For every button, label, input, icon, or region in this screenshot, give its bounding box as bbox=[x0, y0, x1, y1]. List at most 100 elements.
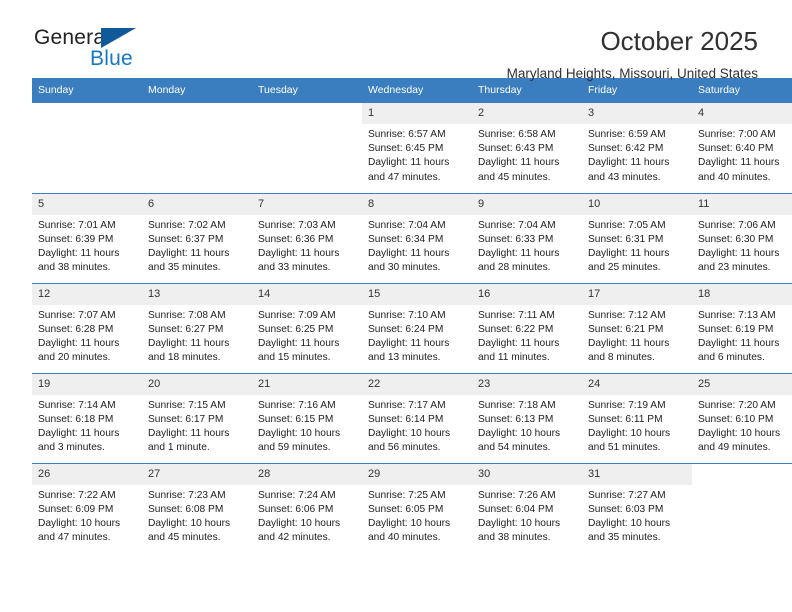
calendar-day-cell[interactable]: 30 Sunrise: 7:26 AM Sunset: 6:04 PM Dayligh… bbox=[472, 462, 582, 553]
calendar-day-cell[interactable]: 20 Sunrise: 7:15 AM Sunset: 6:17 PM Dayligh… bbox=[142, 372, 252, 463]
sunrise-text: Sunrise: 7:04 AM bbox=[368, 219, 446, 231]
sunset-text: Sunset: 6:22 PM bbox=[478, 323, 554, 335]
calendar-day-cell[interactable]: 21 Sunrise: 7:16 AM Sunset: 6:15 PM Dayligh… bbox=[252, 372, 362, 463]
day-sun-info: Sunrise: 7:10 AM Sunset: 6:24 PM Daylight:… bbox=[362, 305, 472, 366]
calendar-day-cell[interactable]: 2 Sunrise: 6:58 AM Sunset: 6:43 PM Daylight… bbox=[472, 103, 582, 193]
sunset-text: Sunset: 6:08 PM bbox=[148, 503, 224, 515]
day-cell-content: 4 Sunrise: 7:00 AM Sunset: 6:40 PM Daylight… bbox=[692, 103, 792, 193]
sunset-text: Sunset: 6:13 PM bbox=[478, 413, 554, 425]
day-sun-info: Sunrise: 7:26 AM Sunset: 6:04 PM Daylight:… bbox=[472, 485, 582, 546]
day-sun-info: Sunrise: 7:11 AM Sunset: 6:22 PM Daylight:… bbox=[472, 305, 582, 366]
sunset-text: Sunset: 6:24 PM bbox=[368, 323, 444, 335]
calendar-day-cell[interactable]: 6 Sunrise: 7:02 AM Sunset: 6:37 PM Daylight… bbox=[142, 192, 252, 283]
calendar-day-cell[interactable]: 19 Sunrise: 7:14 AM Sunset: 6:18 PM Dayligh… bbox=[32, 372, 142, 463]
calendar-day-cell[interactable]: 28 Sunrise: 7:24 AM Sunset: 6:06 PM Dayligh… bbox=[252, 462, 362, 554]
calendar-week-row: 26 Sunrise: 7:22 AM Sunset: 6:09 PM Dayligh… bbox=[32, 462, 792, 554]
sunset-text: Sunset: 6:05 PM bbox=[368, 503, 444, 515]
calendar-day-cell[interactable]: 15 Sunrise: 7:10 AM Sunset: 6:24 PM Dayligh… bbox=[362, 282, 472, 373]
sunrise-text: Sunrise: 7:24 AM bbox=[258, 489, 336, 501]
day-cell-content: 10 Sunrise: 7:05 AM Sunset: 6:31 PM Dayligh… bbox=[582, 193, 692, 283]
calendar-day-cell[interactable]: 1 Sunrise: 6:57 AM Sunset: 6:45 PM Daylight… bbox=[362, 103, 472, 193]
daylight-text: Daylight: 10 hours and 56 minutes. bbox=[368, 427, 451, 454]
sunrise-text: Sunrise: 7:10 AM bbox=[368, 309, 446, 321]
day-cell-content: 25 Sunrise: 7:20 AM Sunset: 6:10 PM Dayligh… bbox=[692, 373, 792, 463]
sunrise-text: Sunrise: 7:05 AM bbox=[588, 219, 666, 231]
day-cell-content bbox=[32, 103, 142, 193]
daylight-text: Daylight: 11 hours and 33 minutes. bbox=[258, 247, 340, 274]
sunrise-text: Sunrise: 7:09 AM bbox=[258, 309, 336, 321]
calendar-day-cell[interactable]: 12 Sunrise: 7:07 AM Sunset: 6:28 PM Dayligh… bbox=[32, 282, 142, 373]
day-number: 12 bbox=[32, 283, 142, 305]
day-cell-content: 7 Sunrise: 7:03 AM Sunset: 6:36 PM Daylight… bbox=[252, 193, 362, 283]
sunrise-text: Sunrise: 7:00 AM bbox=[698, 129, 776, 140]
calendar-day-cell[interactable]: 8 Sunrise: 7:04 AM Sunset: 6:34 PM Daylight… bbox=[362, 192, 472, 283]
day-number: 17 bbox=[582, 283, 692, 305]
calendar-day-cell[interactable]: 18 Sunrise: 7:13 AM Sunset: 6:19 PM Dayligh… bbox=[692, 282, 792, 373]
calendar-day-cell[interactable]: 23 Sunrise: 7:18 AM Sunset: 6:13 PM Dayligh… bbox=[472, 372, 582, 463]
day-cell-content bbox=[692, 464, 792, 554]
day-sun-info: Sunrise: 7:08 AM Sunset: 6:27 PM Daylight:… bbox=[142, 305, 252, 366]
day-cell-content: 22 Sunrise: 7:17 AM Sunset: 6:14 PM Dayligh… bbox=[362, 373, 472, 463]
daylight-text: Daylight: 11 hours and 47 minutes. bbox=[368, 157, 450, 183]
sunrise-text: Sunrise: 7:04 AM bbox=[478, 219, 556, 231]
calendar-day-cell[interactable]: 9 Sunrise: 7:04 AM Sunset: 6:33 PM Daylight… bbox=[472, 192, 582, 283]
sunset-text: Sunset: 6:42 PM bbox=[588, 143, 664, 155]
sunset-text: Sunset: 6:14 PM bbox=[368, 413, 444, 425]
sunrise-text: Sunrise: 7:06 AM bbox=[698, 219, 776, 231]
day-cell-content: 20 Sunrise: 7:15 AM Sunset: 6:17 PM Dayligh… bbox=[142, 373, 252, 463]
calendar-day-cell[interactable]: 3 Sunrise: 6:59 AM Sunset: 6:42 PM Daylight… bbox=[582, 103, 692, 193]
calendar-day-cell bbox=[692, 462, 792, 554]
calendar-day-cell[interactable]: 25 Sunrise: 7:20 AM Sunset: 6:10 PM Dayligh… bbox=[692, 372, 792, 463]
logo-text-blue: Blue bbox=[90, 47, 133, 70]
day-sun-info: Sunrise: 7:23 AM Sunset: 6:08 PM Daylight:… bbox=[142, 485, 252, 546]
daylight-text: Daylight: 10 hours and 51 minutes. bbox=[588, 427, 671, 454]
daylight-text: Daylight: 10 hours and 45 minutes. bbox=[148, 517, 231, 544]
day-cell-content bbox=[252, 103, 362, 193]
sunset-text: Sunset: 6:40 PM bbox=[698, 143, 774, 155]
sunset-text: Sunset: 6:43 PM bbox=[478, 143, 554, 155]
calendar-day-cell[interactable]: 10 Sunrise: 7:05 AM Sunset: 6:31 PM Dayligh… bbox=[582, 192, 692, 283]
sunset-text: Sunset: 6:31 PM bbox=[588, 233, 664, 245]
calendar-day-cell[interactable]: 16 Sunrise: 7:11 AM Sunset: 6:22 PM Dayligh… bbox=[472, 282, 582, 373]
sunrise-text: Sunrise: 7:22 AM bbox=[38, 489, 116, 501]
calendar-day-cell[interactable]: 27 Sunrise: 7:23 AM Sunset: 6:08 PM Dayligh… bbox=[142, 462, 252, 553]
day-number: 24 bbox=[582, 373, 692, 395]
day-number: 23 bbox=[472, 373, 582, 395]
sunrise-text: Sunrise: 7:18 AM bbox=[478, 399, 556, 411]
calendar-day-cell[interactable]: 29 Sunrise: 7:25 AM Sunset: 6:05 PM Dayligh… bbox=[362, 462, 472, 553]
calendar-day-cell[interactable]: 4 Sunrise: 7:00 AM Sunset: 6:40 PM Daylight… bbox=[692, 103, 792, 193]
day-sun-info: Sunrise: 7:17 AM Sunset: 6:14 PM Daylight:… bbox=[362, 395, 472, 456]
day-number: 7 bbox=[252, 193, 362, 215]
calendar-day-cell[interactable]: 5 Sunrise: 7:01 AM Sunset: 6:39 PM Daylight… bbox=[32, 192, 142, 283]
day-number: 3 bbox=[582, 103, 692, 124]
daylight-text: Daylight: 11 hours and 38 minutes. bbox=[38, 247, 120, 274]
location-subtitle: Maryland Heights, Missouri, United State… bbox=[506, 66, 758, 81]
day-cell-content: 11 Sunrise: 7:06 AM Sunset: 6:30 PM Dayligh… bbox=[692, 193, 792, 283]
day-sun-info: Sunrise: 7:06 AM Sunset: 6:30 PM Daylight:… bbox=[692, 215, 792, 276]
calendar-day-cell[interactable]: 31 Sunrise: 7:27 AM Sunset: 6:03 PM Dayligh… bbox=[582, 462, 692, 554]
calendar-day-cell[interactable]: 17 Sunrise: 7:12 AM Sunset: 6:21 PM Dayligh… bbox=[582, 282, 692, 373]
sunset-text: Sunset: 6:18 PM bbox=[38, 413, 114, 425]
calendar-day-cell[interactable]: 13 Sunrise: 7:08 AM Sunset: 6:27 PM Dayligh… bbox=[142, 282, 252, 373]
daylight-text: Daylight: 11 hours and 30 minutes. bbox=[368, 247, 450, 274]
daylight-text: Daylight: 11 hours and 18 minutes. bbox=[148, 337, 230, 364]
calendar-day-cell[interactable]: 7 Sunrise: 7:03 AM Sunset: 6:36 PM Daylight… bbox=[252, 192, 362, 283]
day-cell-content: 31 Sunrise: 7:27 AM Sunset: 6:03 PM Dayligh… bbox=[582, 463, 692, 554]
calendar-day-cell[interactable]: 14 Sunrise: 7:09 AM Sunset: 6:25 PM Dayligh… bbox=[252, 282, 362, 373]
day-sun-info: Sunrise: 7:18 AM Sunset: 6:13 PM Daylight:… bbox=[472, 395, 582, 456]
day-cell-content: 9 Sunrise: 7:04 AM Sunset: 6:33 PM Daylight… bbox=[472, 193, 582, 283]
day-number: 31 bbox=[582, 463, 692, 485]
daylight-text: Daylight: 11 hours and 6 minutes. bbox=[698, 337, 780, 364]
sunrise-text: Sunrise: 7:15 AM bbox=[148, 399, 226, 411]
sunset-text: Sunset: 6:10 PM bbox=[698, 413, 774, 425]
day-cell-content: 28 Sunrise: 7:24 AM Sunset: 6:06 PM Dayligh… bbox=[252, 463, 362, 554]
sunset-text: Sunset: 6:36 PM bbox=[258, 233, 334, 245]
day-number: 26 bbox=[32, 463, 142, 485]
calendar-day-cell[interactable]: 22 Sunrise: 7:17 AM Sunset: 6:14 PM Dayligh… bbox=[362, 372, 472, 463]
calendar-day-cell[interactable]: 24 Sunrise: 7:19 AM Sunset: 6:11 PM Dayligh… bbox=[582, 372, 692, 463]
calendar-day-cell[interactable]: 11 Sunrise: 7:06 AM Sunset: 6:30 PM Dayligh… bbox=[692, 192, 792, 283]
day-sun-info: Sunrise: 7:24 AM Sunset: 6:06 PM Daylight:… bbox=[252, 485, 362, 546]
day-cell-content: 1 Sunrise: 6:57 AM Sunset: 6:45 PM Daylight… bbox=[362, 103, 472, 193]
calendar-day-cell[interactable]: 26 Sunrise: 7:22 AM Sunset: 6:09 PM Dayligh… bbox=[32, 462, 142, 553]
day-cell-content: 23 Sunrise: 7:18 AM Sunset: 6:13 PM Dayligh… bbox=[472, 373, 582, 463]
